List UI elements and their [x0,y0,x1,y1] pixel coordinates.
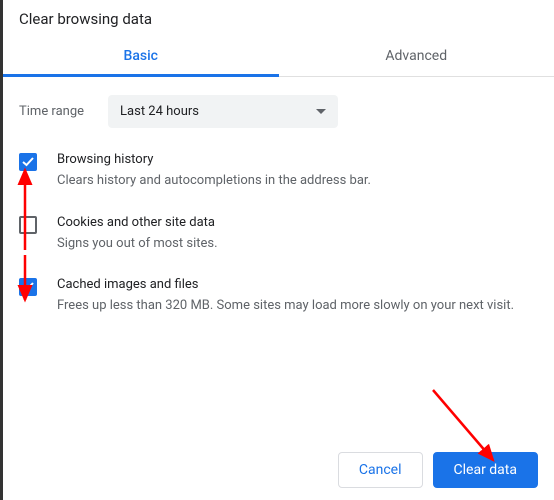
checkbox-cookies[interactable] [19,216,37,234]
dialog-footer: Cancel Clear data [338,452,538,488]
option-cookies: Cookies and other site data Signs you ou… [19,215,538,254]
option-desc: Clears history and autocompletions in th… [57,171,538,191]
option-title: Browsing history [57,152,538,167]
option-browsing-history: Browsing history Clears history and auto… [19,152,538,191]
option-cache: Cached images and files Frees up less th… [19,277,538,316]
tab-basic[interactable]: Basic [3,34,279,76]
clear-data-button[interactable]: Clear data [433,452,538,488]
option-title: Cookies and other site data [57,215,538,230]
chevron-down-icon [316,104,326,119]
dialog-title: Clear browsing data [3,0,554,28]
checkbox-browsing-history[interactable] [19,153,37,171]
option-desc: Signs you out of most sites. [57,234,538,254]
time-range-label: Time range [19,104,84,119]
time-range-select[interactable]: Last 24 hours [108,95,338,128]
option-desc: Frees up less than 320 MB. Some sites ma… [57,296,538,316]
cancel-button[interactable]: Cancel [338,452,423,488]
time-range-row: Time range Last 24 hours [3,77,554,138]
options-list: Browsing history Clears history and auto… [3,138,554,316]
checkbox-cache[interactable] [19,278,37,296]
time-range-value: Last 24 hours [120,104,199,119]
tab-advanced[interactable]: Advanced [279,34,554,76]
tab-bar: Basic Advanced [3,34,554,77]
option-title: Cached images and files [57,277,538,292]
